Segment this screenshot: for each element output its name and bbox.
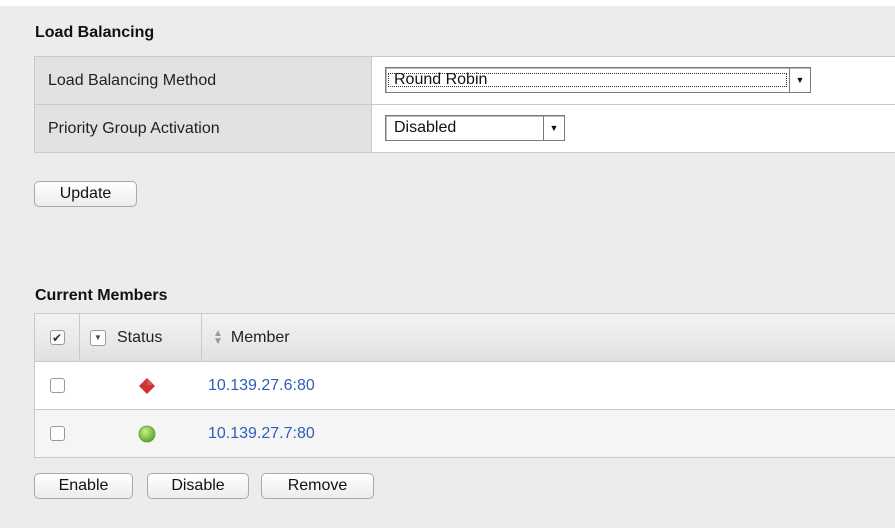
priority-group-label: Priority Group Activation — [35, 105, 372, 152]
status-header-cell[interactable]: ▼ Status — [80, 314, 202, 361]
priority-group-select[interactable]: Disabled ▼ — [385, 115, 565, 141]
load-balancing-table: Load Balancing Method Round Robin ▼ Prio… — [34, 56, 895, 153]
table-row: 10.139.27.6:80 — [35, 362, 895, 410]
lb-method-label: Load Balancing Method — [35, 57, 372, 104]
select-all-checkbox[interactable]: ✔ — [49, 330, 65, 345]
member-header-cell[interactable]: ▲ ▼ Member — [202, 314, 895, 361]
priority-group-row: Priority Group Activation Disabled ▼ — [34, 105, 895, 153]
lb-method-selected: Round Robin — [386, 71, 789, 89]
enable-button[interactable]: Enable — [34, 473, 133, 499]
status-filter-icon[interactable]: ▼ — [90, 329, 106, 346]
status-cell — [80, 410, 202, 457]
select-all-cell: ✔ — [35, 314, 80, 361]
status-offline-diamond-icon — [139, 377, 155, 394]
disable-button[interactable]: Disable — [147, 473, 249, 499]
status-header-label: Status — [117, 328, 163, 346]
members-table-header: ✔ ▼ Status ▲ ▼ Member — [35, 314, 895, 362]
chevron-down-icon[interactable]: ▼ — [789, 68, 810, 92]
members-table: ✔ ▼ Status ▲ ▼ Member 10.139.27.6:80 10.… — [34, 313, 895, 458]
row-checkbox[interactable] — [50, 378, 65, 393]
status-available-circle-icon — [138, 425, 156, 442]
member-cell: 10.139.27.6:80 — [202, 362, 895, 409]
lb-method-row: Load Balancing Method Round Robin ▼ — [34, 57, 895, 105]
priority-group-selected: Disabled — [394, 119, 457, 136]
remove-button[interactable]: Remove — [261, 473, 374, 499]
current-members-title: Current Members — [35, 287, 168, 304]
row-select-cell — [35, 362, 80, 409]
row-checkbox[interactable] — [50, 426, 65, 441]
member-link[interactable]: 10.139.27.7:80 — [208, 425, 315, 443]
row-select-cell — [35, 410, 80, 457]
table-row: 10.139.27.7:80 — [35, 410, 895, 458]
priority-group-value-cell: Disabled ▼ — [372, 105, 895, 152]
chevron-down-icon[interactable]: ▼ — [543, 116, 564, 140]
member-link[interactable]: 10.139.27.6:80 — [208, 377, 315, 395]
lb-method-value-cell: Round Robin ▼ — [372, 57, 895, 104]
sort-icon[interactable]: ▲ ▼ — [213, 328, 223, 346]
status-cell — [80, 362, 202, 409]
update-button[interactable]: Update — [34, 181, 137, 207]
lb-method-select[interactable]: Round Robin ▼ — [385, 67, 811, 93]
member-header-label: Member — [230, 328, 290, 346]
member-cell: 10.139.27.7:80 — [202, 410, 895, 457]
load-balancing-title: Load Balancing — [35, 24, 155, 41]
